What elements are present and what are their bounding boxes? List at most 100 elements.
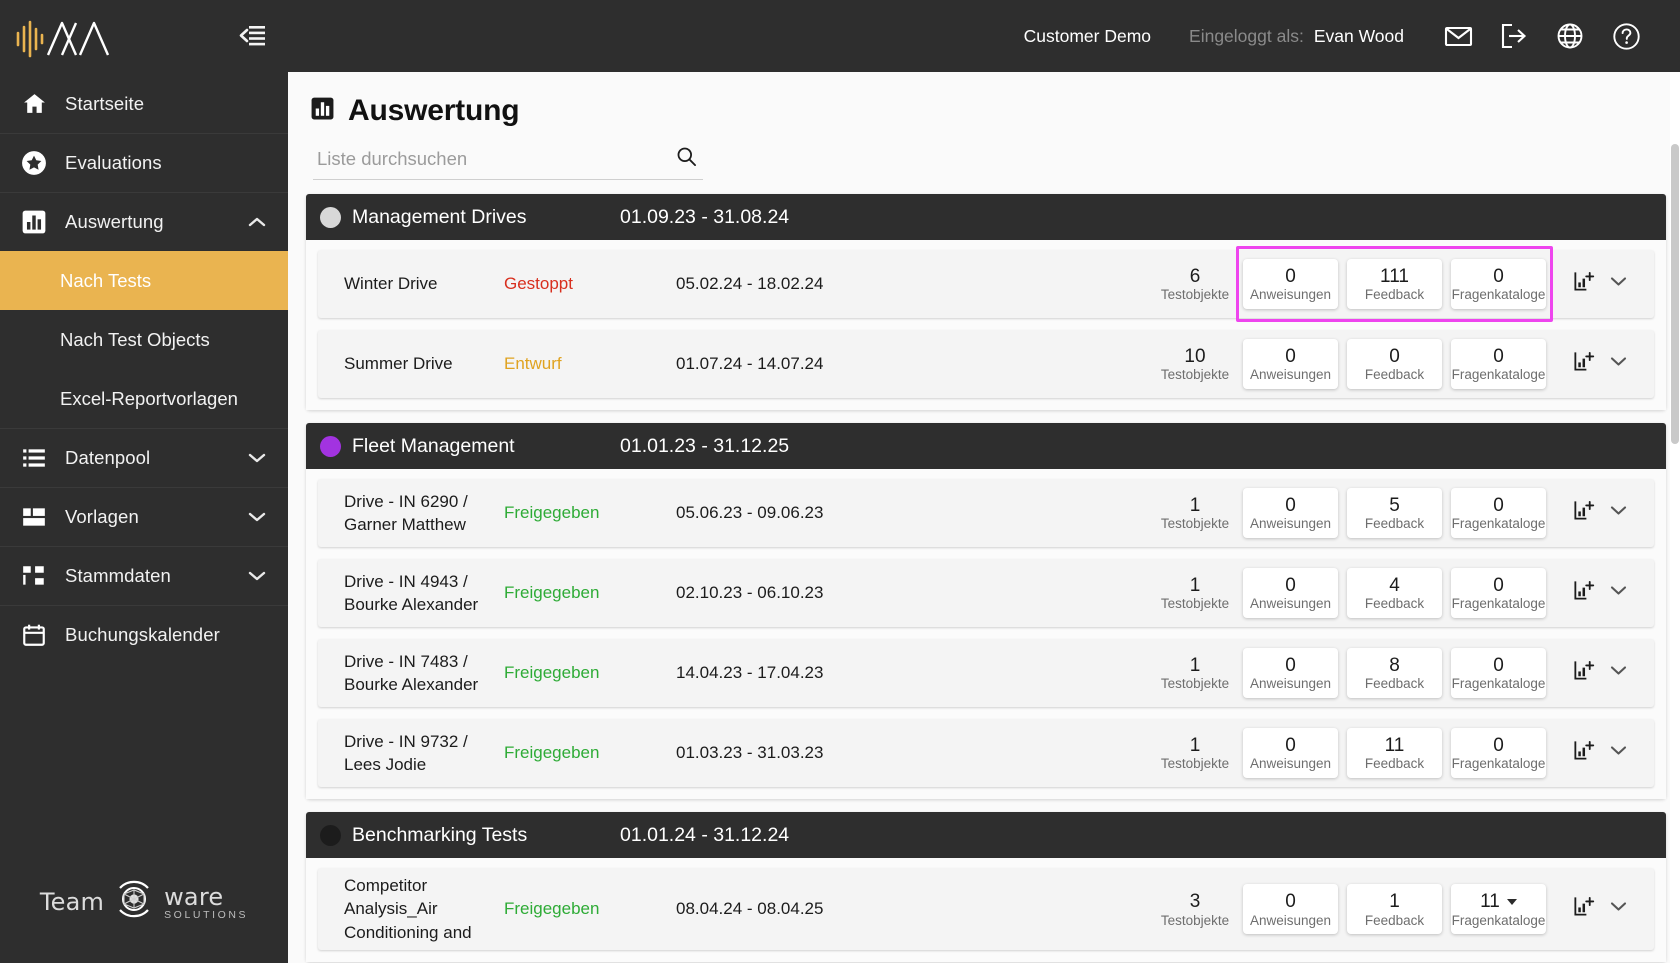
logout-icon[interactable]: [1486, 13, 1542, 59]
feedback-value: 4: [1389, 574, 1400, 596]
mail-icon[interactable]: [1430, 13, 1486, 59]
chip-fragenkataloge[interactable]: 0 Fragenkataloge: [1451, 648, 1546, 698]
group-body: Winter Drive Gestoppt 05.02.24 - 18.02.24 6…: [306, 240, 1666, 410]
fragenkataloge-value: 0: [1493, 345, 1504, 367]
chip-group: 0 Anweisungen 11 Feedback 0 Fragenkataloge: [1243, 728, 1546, 778]
chip-feedback[interactable]: 111 Feedback: [1347, 259, 1442, 309]
status-badge: Entwurf: [504, 354, 562, 373]
table-row[interactable]: Drive - IN 4943 / Bourke Alexander Freige…: [318, 559, 1654, 627]
chip-feedback[interactable]: 1 Feedback: [1347, 884, 1442, 935]
language-globe-icon[interactable]: [1542, 13, 1598, 59]
expand-row-chevron-down-icon[interactable]: [1609, 664, 1628, 682]
chip-anweisungen[interactable]: 0 Anweisungen: [1243, 488, 1338, 538]
chip-group: 0 Anweisungen 4 Feedback 0 Fragenkataloge: [1243, 568, 1546, 618]
sidebar-item-evaluations[interactable]: Evaluations: [0, 133, 288, 192]
search-field-wrapper[interactable]: [313, 142, 703, 180]
row-date-range: 05.02.24 - 18.02.24: [676, 274, 824, 293]
group-header[interactable]: Benchmarking Tests 01.01.24 - 31.12.24: [306, 812, 1666, 858]
group-header[interactable]: Fleet Management 01.01.23 - 31.12.25: [306, 423, 1666, 469]
expand-row-chevron-down-icon[interactable]: [1609, 504, 1628, 522]
chip-anweisungen[interactable]: 0 Anweisungen: [1243, 884, 1338, 935]
group-header[interactable]: Management Drives 01.09.23 - 31.08.24: [306, 194, 1666, 240]
expand-row-chevron-down-icon[interactable]: [1609, 744, 1628, 762]
sidebar-item-vorlagen[interactable]: Vorlagen: [0, 487, 288, 546]
sidebar-item-auswertung[interactable]: Auswertung: [0, 192, 288, 251]
teamware-logo-subtitle: SOLUTIONS: [164, 908, 249, 921]
sidebar-subitem-nach-tests[interactable]: Nach Tests: [0, 251, 288, 310]
row-actions: [1546, 350, 1654, 378]
add-chart-report-icon[interactable]: [1572, 499, 1595, 527]
add-chart-report-icon[interactable]: [1572, 739, 1595, 767]
collapse-sidebar-icon[interactable]: [236, 23, 266, 52]
chip-fragenkataloge[interactable]: 0 Fragenkataloge: [1451, 728, 1546, 778]
expand-row-chevron-down-icon[interactable]: [1609, 355, 1628, 373]
chip-fragenkataloge[interactable]: 0 Fragenkataloge: [1451, 568, 1546, 618]
expand-row-chevron-down-icon[interactable]: [1609, 900, 1628, 918]
help-question-icon[interactable]: [1598, 13, 1654, 59]
chip-anweisungen[interactable]: 0 Anweisungen: [1243, 339, 1338, 389]
feedback-value: 111: [1380, 265, 1409, 287]
chip-fragenkataloge[interactable]: 0 Fragenkataloge: [1451, 339, 1546, 389]
scrollbar-thumb[interactable]: [1671, 144, 1679, 444]
sidebar-subitem-nach-test-objects[interactable]: Nach Test Objects: [0, 310, 288, 369]
bar-chart-icon: [310, 96, 335, 126]
chevron-down-icon[interactable]: [248, 565, 266, 587]
chip-feedback[interactable]: 0 Feedback: [1347, 339, 1442, 389]
sidebar-item-stammdaten[interactable]: Stammdaten: [0, 546, 288, 605]
sidebar-subitem-label: Excel-Reportvorlagen: [60, 387, 238, 409]
sidebar-item-buchungskalender[interactable]: Buchungskalender: [0, 605, 288, 664]
chip-feedback[interactable]: 8 Feedback: [1347, 648, 1442, 698]
chip-anweisungen[interactable]: 0 Anweisungen: [1243, 259, 1338, 309]
table-row[interactable]: Drive - IN 7483 / Bourke Alexander Freige…: [318, 639, 1654, 707]
search-icon[interactable]: [676, 146, 697, 172]
sidebar-nav: Startseite Evaluations Auswertung Nach T…: [0, 74, 288, 664]
chip-fragenkataloge[interactable]: 11 Fragenkataloge: [1451, 884, 1546, 935]
group-body: Competitor Analysis_Air Conditioning and…: [306, 858, 1666, 963]
chevron-up-icon[interactable]: [248, 211, 266, 233]
table-row[interactable]: Summer Drive Entwurf 01.07.24 - 14.07.24 10…: [318, 330, 1654, 398]
add-chart-report-icon[interactable]: [1572, 579, 1595, 607]
chip-fragenkataloge[interactable]: 0 Fragenkataloge: [1451, 259, 1546, 309]
chip-anweisungen[interactable]: 0 Anweisungen: [1243, 568, 1338, 618]
page-scrollbar[interactable]: [1670, 72, 1680, 963]
row-name: Competitor Analysis_Air Conditioning and: [344, 876, 472, 942]
add-chart-report-icon[interactable]: [1572, 659, 1595, 687]
fragenkataloge-value-wrap: 11: [1480, 891, 1517, 913]
chip-feedback[interactable]: 11 Feedback: [1347, 728, 1442, 778]
anweisungen-value: 0: [1285, 734, 1296, 756]
chevron-down-icon[interactable]: [248, 506, 266, 528]
sidebar-item-datenpool[interactable]: Datenpool: [0, 428, 288, 487]
anweisungen-label: Anweisungen: [1249, 516, 1332, 532]
chip-fragenkataloge[interactable]: 0 Fragenkataloge: [1451, 488, 1546, 538]
table-row[interactable]: Drive - IN 6290 / Garner Matthew Freigege…: [318, 479, 1654, 547]
table-row[interactable]: Winter Drive Gestoppt 05.02.24 - 18.02.24 6…: [318, 246, 1654, 322]
table-row[interactable]: Drive - IN 9732 / Lees Jodie Freigegeben 0…: [318, 719, 1654, 787]
expand-row-chevron-down-icon[interactable]: [1609, 275, 1628, 293]
fragenkataloge-value: 0: [1493, 654, 1504, 676]
add-chart-report-icon[interactable]: [1572, 895, 1595, 923]
search-input[interactable]: [317, 148, 676, 170]
chip-feedback[interactable]: 5 Feedback: [1347, 488, 1442, 538]
status-badge: Gestoppt: [504, 274, 573, 293]
brand-waveform-logo[interactable]: [14, 15, 132, 59]
add-chart-report-icon[interactable]: [1572, 270, 1595, 298]
chip-anweisungen[interactable]: 0 Anweisungen: [1243, 728, 1338, 778]
sidebar-item-label: Evaluations: [65, 152, 162, 173]
chip-caret-icon[interactable]: [1506, 898, 1517, 905]
topbar: Customer Demo Eingeloggt als: Evan Wood: [288, 0, 1680, 72]
chevron-down-icon[interactable]: [248, 447, 266, 469]
expand-row-chevron-down-icon[interactable]: [1609, 584, 1628, 602]
chip-group: 0 Anweisungen 1 Feedback 11 Fragenkataloge: [1243, 884, 1546, 935]
chip-feedback[interactable]: 4 Feedback: [1347, 568, 1442, 618]
sidebar-item-startseite[interactable]: Startseite: [0, 74, 288, 133]
chip-anweisungen[interactable]: 0 Anweisungen: [1243, 648, 1338, 698]
current-user-name: Evan Wood: [1313, 25, 1404, 46]
evaluation-group: Benchmarking Tests 01.01.24 - 31.12.24 Com…: [306, 812, 1666, 963]
testobjekte-value: 1: [1189, 574, 1201, 596]
sidebar-subitem-excel-reportvorlagen[interactable]: Excel-Reportvorlagen: [0, 369, 288, 428]
add-chart-report-icon[interactable]: [1572, 350, 1595, 378]
feedback-label: Feedback: [1364, 287, 1425, 303]
table-row[interactable]: Competitor Analysis_Air Conditioning and…: [318, 868, 1654, 951]
testobjekte-count: 1 Testobjekte: [1147, 735, 1243, 772]
row-name: Summer Drive: [344, 354, 453, 374]
